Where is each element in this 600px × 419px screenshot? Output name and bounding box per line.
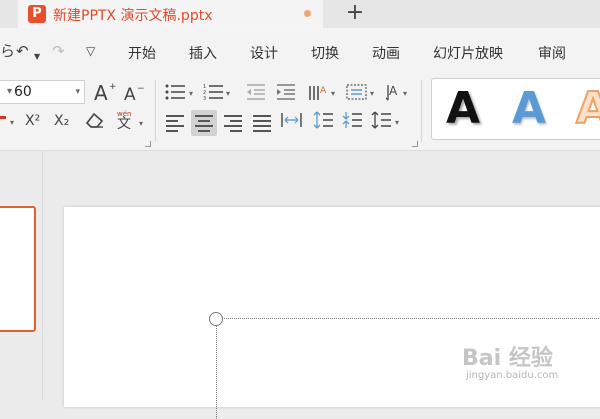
phonetic-dropdown-icon[interactable]: ▾	[139, 119, 143, 128]
bullets-dropdown-icon[interactable]: ▾	[189, 89, 193, 98]
menu-slideshow[interactable]: 幻灯片放映	[433, 43, 503, 63]
bullets-icon[interactable]	[165, 83, 187, 105]
menu-animations[interactable]: 动画	[372, 43, 400, 63]
ribbon-separator	[421, 80, 422, 142]
eraser-icon[interactable]	[85, 111, 104, 128]
numbering-dropdown-icon[interactable]: ▾	[226, 89, 230, 98]
line-spacing-icon[interactable]	[313, 111, 335, 133]
ribbon-separator	[155, 80, 156, 142]
new-tab-button[interactable]: +	[343, 1, 367, 25]
menu-transitions[interactable]: 切换	[311, 43, 339, 63]
menu-design[interactable]: 设计	[250, 43, 278, 63]
font-color-bar-icon[interactable]	[0, 116, 6, 119]
slide-thumbnail-1[interactable]	[0, 206, 36, 332]
svg-text:A: A	[389, 84, 398, 98]
menu-review[interactable]: 审阅	[538, 43, 566, 63]
align-right-icon[interactable]	[224, 112, 242, 135]
shrink-font-minus-icon: −	[137, 84, 145, 94]
phonetic-guide-icon[interactable]: 文	[117, 116, 131, 132]
presentation-logo-icon: P	[28, 5, 46, 23]
increase-indent-icon[interactable]	[275, 83, 297, 105]
text-style-gallery[interactable]: A A A	[431, 78, 600, 140]
quick-access-left-icon[interactable]: ら	[0, 42, 15, 60]
svg-text:A: A	[320, 86, 327, 96]
numbering-icon[interactable]: 123	[203, 83, 225, 105]
watermark-text: Bai 经验	[462, 346, 553, 371]
text-direction-dropdown-icon[interactable]: ▾	[403, 89, 407, 98]
align-left-icon[interactable]	[166, 112, 184, 135]
shrink-font-icon[interactable]: A	[124, 86, 136, 104]
undo-dropdown-icon[interactable]: ▼	[34, 48, 40, 66]
paragraph-spacing-options-icon[interactable]	[371, 111, 393, 133]
watermark: Bai 经验 jingyan.baidu.com	[458, 340, 588, 390]
grow-font-icon[interactable]: A	[94, 82, 108, 104]
menu-insert[interactable]: 插入	[189, 43, 217, 63]
resize-handle-icon[interactable]	[209, 312, 223, 326]
paragraph-spacing-icon[interactable]	[342, 111, 364, 133]
text-style-orange-outline[interactable]: A	[575, 81, 600, 137]
font-size-dropdown-icon[interactable]: ▾	[75, 87, 80, 97]
redo-icon[interactable]: ↷	[52, 42, 65, 60]
font-color-dropdown-icon[interactable]: ▾	[10, 118, 14, 127]
text-style-black[interactable]: A	[446, 81, 480, 137]
align-center-icon[interactable]	[195, 112, 213, 135]
paragraph-dialog-launcher-icon[interactable]	[412, 141, 418, 147]
text-columns-icon[interactable]: A	[308, 82, 328, 106]
svg-text:3: 3	[203, 96, 206, 101]
menu-row: ら ↶ ▼ ↷ ▽ 开始 插入 设计 切换 动画 幻灯片放映 审阅	[0, 28, 600, 74]
paragraph-spacing-dropdown-icon[interactable]: ▾	[395, 118, 399, 127]
decrease-indent-icon[interactable]	[245, 83, 267, 105]
subscript-icon[interactable]: X₂	[54, 113, 69, 129]
text-direction-icon[interactable]: A	[385, 82, 404, 106]
tab-bar: P 新建PPTX 演示文稿.pptx +	[0, 0, 600, 28]
font-name-dropdown-icon[interactable]: ▾	[7, 86, 12, 97]
menu-home[interactable]: 开始	[128, 43, 156, 63]
grow-font-plus-icon: +	[109, 82, 117, 92]
text-style-blue[interactable]: A	[512, 81, 546, 137]
text-columns-dropdown-icon[interactable]: ▾	[331, 89, 335, 98]
text-box-icon[interactable]	[346, 83, 368, 105]
superscript-icon[interactable]: X²	[25, 113, 40, 129]
document-tab[interactable]: P 新建PPTX 演示文稿.pptx	[18, 0, 323, 28]
font-dialog-launcher-icon[interactable]	[145, 141, 151, 147]
text-box-dropdown-icon[interactable]: ▾	[370, 89, 374, 98]
watermark-url: jingyan.baidu.com	[466, 370, 559, 381]
document-tab-title: 新建PPTX 演示文稿.pptx	[53, 8, 213, 24]
customize-toolbar-icon[interactable]: ▽	[86, 42, 95, 60]
unsaved-dot-icon	[304, 10, 311, 17]
undo-icon[interactable]: ↶	[16, 42, 29, 60]
font-size-value[interactable]: 60	[14, 84, 32, 100]
distributed-align-icon[interactable]	[281, 111, 303, 133]
font-size-combo[interactable]: ▾ 60 ▾	[0, 80, 85, 104]
justify-icon[interactable]	[253, 112, 271, 135]
